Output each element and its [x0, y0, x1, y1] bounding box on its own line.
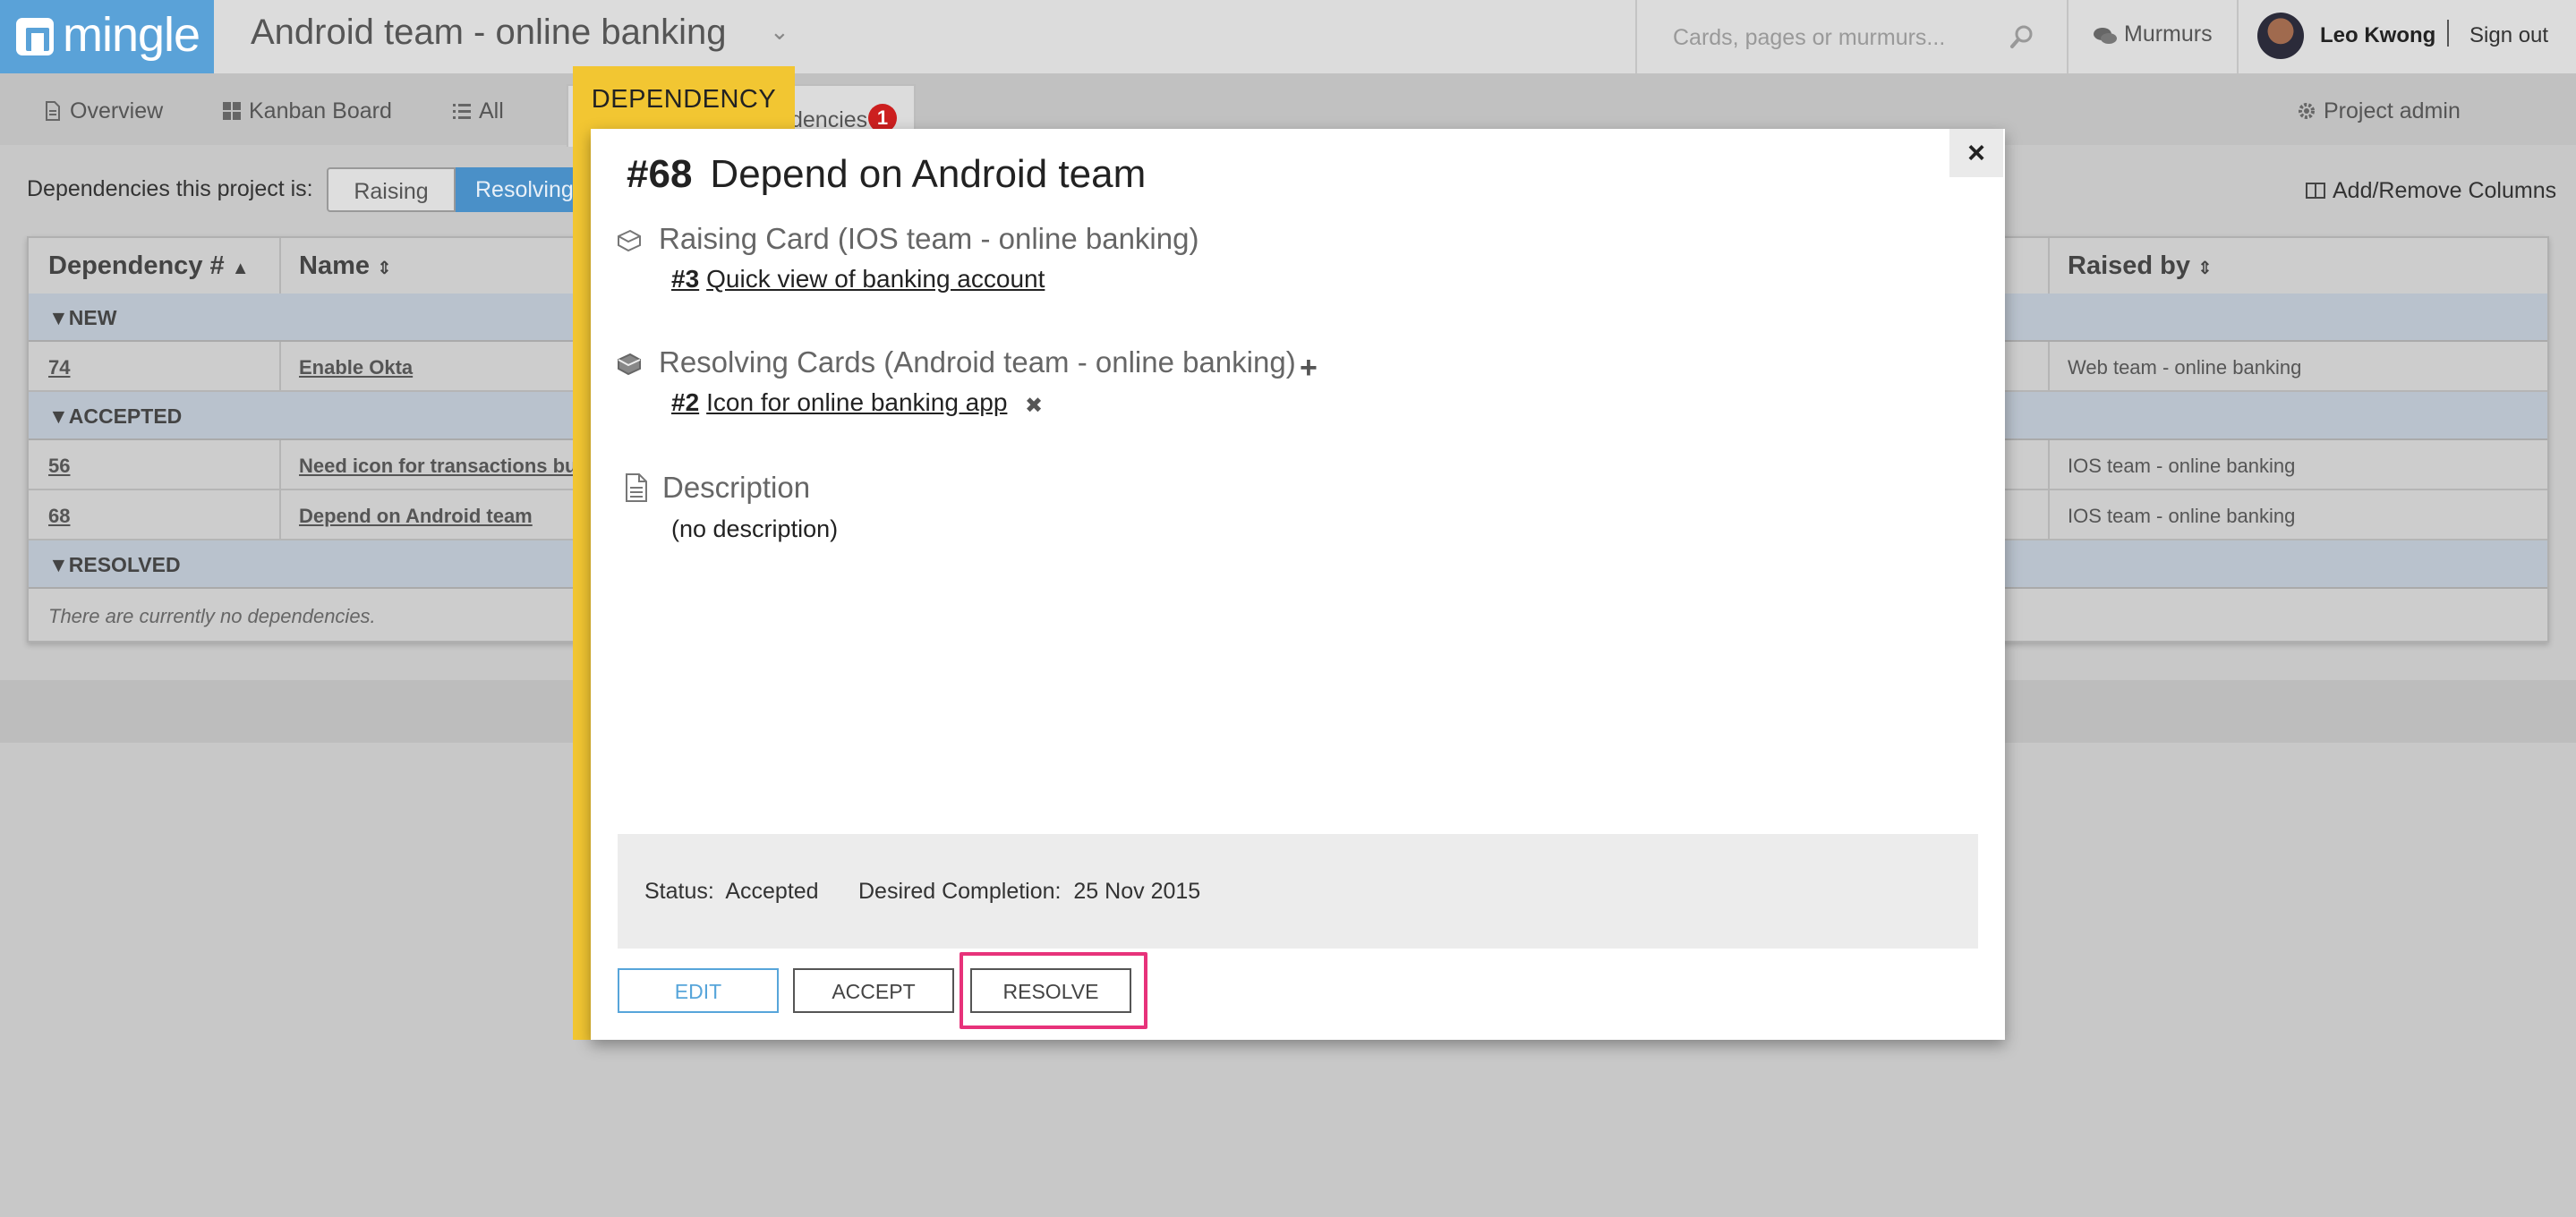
status-value: Accepted [725, 879, 819, 904]
card-outline-icon [618, 229, 641, 252]
sort-icon: ⇕ [2197, 259, 2213, 278]
resolving-cards-heading: Resolving Cards (Android team - online b… [659, 345, 1296, 379]
search-icon[interactable] [2004, 20, 2040, 55]
description-text: (no description) [671, 515, 839, 542]
empty-message: There are currently no dependencies. [48, 605, 376, 627]
resolving-card-title[interactable]: Icon for online banking app [706, 388, 1007, 416]
dependency-number-link[interactable]: 68 [48, 505, 70, 528]
project-admin-link[interactable]: Project admin [2297, 98, 2461, 124]
tab-overview-label: Overview [70, 98, 164, 123]
desired-completion-label: Desired Completion: [858, 879, 1062, 904]
signout-link[interactable]: Sign out [2469, 23, 2548, 48]
search-box [1635, 0, 2068, 73]
gear-icon [2299, 103, 2315, 119]
collapse-triangle-icon: ▼ [48, 553, 69, 576]
sort-asc-icon: ▲ [231, 259, 250, 278]
collapse-triangle-icon: ▼ [48, 404, 69, 428]
dependency-color-stripe [573, 131, 591, 1040]
add-resolving-card-icon[interactable]: + [1300, 351, 1318, 386]
document-icon [46, 101, 60, 121]
collapse-triangle-icon: ▼ [48, 306, 69, 329]
filter-label: Dependencies this project is: [27, 176, 313, 201]
murmurs-link[interactable]: Murmurs [2065, 0, 2239, 73]
tab-all-label: All [479, 98, 504, 123]
top-bar: mingle Android team - online banking ⌄ M… [0, 0, 2576, 73]
status-label: Status: [644, 879, 714, 904]
filter-raising-button[interactable]: Raising [327, 167, 456, 212]
column-divider [279, 440, 281, 489]
desired-completion-value: 25 Nov 2015 [1073, 879, 1201, 904]
dependency-title: #68 Depend on Android team [627, 152, 1146, 197]
dependency-number-link[interactable]: 74 [48, 356, 70, 379]
tab-kanban-board[interactable]: Kanban Board [222, 98, 392, 124]
divider [2447, 20, 2449, 47]
header-name-label: Name [299, 251, 370, 280]
raising-card-number[interactable]: #3 [671, 265, 699, 293]
edit-button[interactable]: EDIT [618, 968, 779, 1013]
remove-resolving-card-icon[interactable]: ✖ [1025, 393, 1043, 419]
description-heading: Description [662, 471, 811, 504]
raised-by-cell: IOS team - online banking [2068, 455, 2296, 477]
raising-card-link[interactable]: #3 Quick view of banking account [671, 265, 1045, 294]
raising-card-title[interactable]: Quick view of banking account [706, 265, 1045, 293]
add-remove-columns-link[interactable]: Add/Remove Columns [2306, 178, 2556, 204]
add-remove-columns-label: Add/Remove Columns [2333, 178, 2557, 203]
logo-text: mingle [63, 8, 200, 62]
grid-icon [223, 102, 241, 120]
tab-kanban-label: Kanban Board [249, 98, 392, 123]
accept-button[interactable]: ACCEPT [793, 968, 954, 1013]
resolve-highlight-box [960, 952, 1147, 1029]
header-raised-by[interactable]: Raised by ⇕ [2068, 238, 2213, 294]
header-dependency-num-label: Dependency # [48, 251, 225, 280]
close-button[interactable]: × [1949, 129, 2003, 177]
project-admin-label: Project admin [2324, 98, 2461, 123]
dependency-name-link[interactable]: Enable Okta [299, 356, 413, 379]
column-divider [279, 238, 281, 294]
column-divider [279, 490, 281, 539]
header-name[interactable]: Name ⇕ [299, 238, 392, 294]
header-raised-by-label: Raised by [2068, 251, 2190, 280]
user-name[interactable]: Leo Kwong [2320, 23, 2435, 48]
document-icon [626, 473, 647, 502]
sort-icon: ⇕ [377, 259, 392, 278]
column-divider [2048, 238, 2050, 294]
chevron-down-icon[interactable]: ⌄ [770, 18, 789, 46]
desired-completion-field: Desired Completion: 25 Nov 2015 [858, 879, 1200, 905]
column-divider [2048, 490, 2050, 539]
dependency-number-link[interactable]: 56 [48, 455, 70, 478]
search-input[interactable] [1671, 21, 2006, 54]
raising-card-heading: Raising Card (IOS team - online banking) [659, 222, 1199, 255]
cards-stack-icon [618, 353, 641, 376]
raised-by-cell: IOS team - online banking [2068, 505, 2296, 527]
mingle-logo[interactable]: mingle [0, 0, 214, 73]
list-icon [453, 104, 471, 119]
resolving-card-link[interactable]: #2 Icon for online banking app [671, 388, 1007, 417]
column-divider [2048, 342, 2050, 390]
tab-all[interactable]: All [452, 98, 504, 124]
group-label: ACCEPTED [68, 404, 183, 428]
column-divider [279, 342, 281, 390]
dependency-name-link[interactable]: Depend on Android team [299, 505, 533, 528]
project-title[interactable]: Android team - online banking [251, 13, 726, 53]
group-label: RESOLVED [68, 553, 181, 576]
murmurs-label: Murmurs [2124, 21, 2213, 47]
dependency-number: #68 [627, 152, 693, 196]
resolving-card-number[interactable]: #2 [671, 388, 699, 416]
status-field: Status: Accepted [644, 879, 819, 905]
header-dependency-num[interactable]: Dependency # ▲ [48, 238, 250, 294]
columns-icon [2306, 183, 2325, 199]
column-divider [2048, 440, 2050, 489]
logo-icon [16, 18, 54, 55]
avatar[interactable] [2257, 13, 2304, 59]
raised-by-cell: Web team - online banking [2068, 356, 2302, 379]
group-label: NEW [68, 306, 117, 329]
dependency-name-link[interactable]: Need icon for transactions bu [299, 455, 577, 478]
dependency-tag: DEPENDENCY [573, 66, 795, 132]
dependency-name[interactable]: Depend on Android team [710, 152, 1146, 196]
chat-bubbles-icon [2094, 28, 2117, 44]
status-panel: Status: Accepted Desired Completion: 25 … [618, 834, 1978, 949]
tab-overview[interactable]: Overview [43, 98, 163, 124]
filter-resolving-button[interactable]: Resolving [456, 167, 590, 212]
